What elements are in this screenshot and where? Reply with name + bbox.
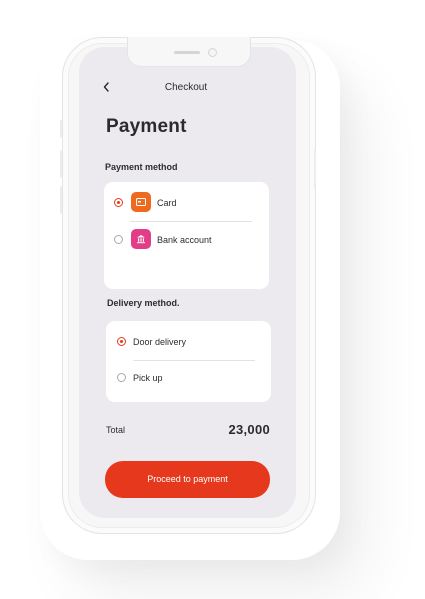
proceed-to-payment-button[interactable]: Proceed to payment xyxy=(105,461,270,498)
divider xyxy=(133,360,255,361)
option-label-card: Card xyxy=(157,198,177,208)
radio-button-pick-up[interactable] xyxy=(117,373,126,382)
side-button xyxy=(60,186,62,214)
total-amount: 23,000 xyxy=(228,422,270,437)
total-label: Total xyxy=(106,425,126,435)
payment-option-card[interactable]: Card xyxy=(114,192,264,214)
front-camera xyxy=(208,48,217,57)
chevron-left-icon[interactable] xyxy=(101,80,113,94)
header-title: Checkout xyxy=(164,82,208,93)
side-button xyxy=(60,150,62,178)
side-button xyxy=(60,120,62,138)
option-label-door-delivery: Door delivery xyxy=(133,337,187,347)
option-label-pick-up: Pick up xyxy=(133,373,163,383)
delivery-option-door-delivery[interactable]: Door delivery xyxy=(117,334,267,350)
bank-icon xyxy=(131,229,151,249)
radio-button-bank-account[interactable] xyxy=(114,235,123,244)
payment-method-label: Payment method xyxy=(105,162,178,172)
speaker-grille xyxy=(174,51,200,54)
side-button xyxy=(314,150,316,190)
radio-button-card[interactable] xyxy=(114,198,123,207)
option-label-bank-account: Bank account xyxy=(157,235,212,245)
page-title: Payment xyxy=(106,116,187,137)
card-icon xyxy=(131,192,151,212)
delivery-method-label: Delivery method. xyxy=(107,298,180,308)
divider xyxy=(130,221,252,222)
delivery-option-pick-up[interactable]: Pick up xyxy=(117,370,267,386)
payment-option-bank-account[interactable]: Bank account xyxy=(114,229,264,251)
radio-button-door-delivery[interactable] xyxy=(117,337,126,346)
